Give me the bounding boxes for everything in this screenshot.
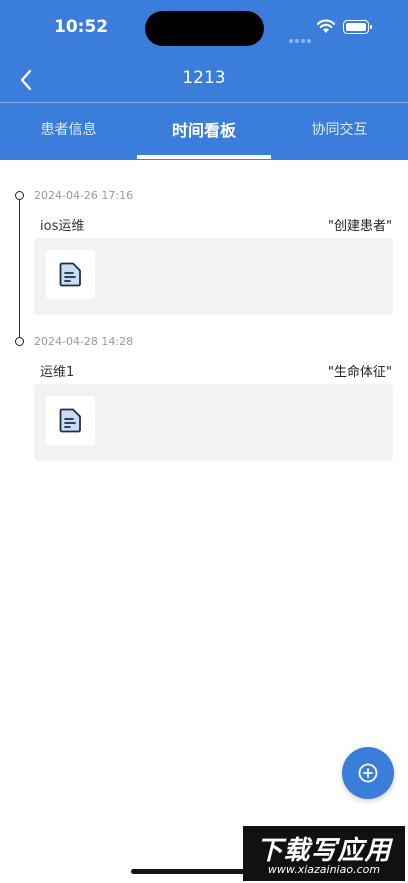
- tab-timeline-board[interactable]: 时间看板: [137, 103, 271, 160]
- entry-timestamp: 2024-04-28 14:28: [34, 335, 134, 348]
- status-time: 10:52: [54, 17, 109, 37]
- add-circle-icon: [358, 763, 378, 783]
- cellular-signal-icon: [289, 28, 313, 47]
- watermark-url: www.xiazainiao.com: [267, 863, 381, 876]
- watermark-text: 下载写应用: [256, 836, 392, 866]
- entry-action: "创建患者": [328, 219, 392, 234]
- add-button[interactable]: [342, 747, 394, 799]
- tab-collaboration[interactable]: 协同交互: [271, 103, 408, 160]
- page-title: 1213: [182, 68, 226, 88]
- watermark: 下载写应用 www.xiazainiao.com: [243, 826, 405, 881]
- document-icon: [59, 262, 81, 287]
- timeline-dot: [15, 337, 24, 346]
- dynamic-island: [145, 11, 264, 46]
- timeline-dot: [15, 191, 24, 200]
- entry-action: "生命体征": [328, 365, 392, 380]
- entry-user: ios运维: [40, 219, 85, 234]
- active-tab-indicator: [137, 155, 271, 159]
- entry-user: 运维1: [40, 365, 75, 380]
- wifi-icon: [316, 19, 336, 33]
- entry-card: [34, 384, 393, 461]
- document-icon: [59, 408, 81, 433]
- battery-icon: [343, 20, 372, 34]
- attachment-thumbnail[interactable]: [46, 396, 95, 445]
- entry-card: [34, 238, 393, 315]
- app-header: 10:52 1213 患者信息 时间看板 协同交互: [0, 0, 408, 160]
- entry-timestamp: 2024-04-26 17:16: [34, 189, 134, 202]
- tab-patient-info[interactable]: 患者信息: [0, 103, 137, 160]
- attachment-thumbnail[interactable]: [46, 250, 95, 299]
- timeline-line: [19, 196, 20, 342]
